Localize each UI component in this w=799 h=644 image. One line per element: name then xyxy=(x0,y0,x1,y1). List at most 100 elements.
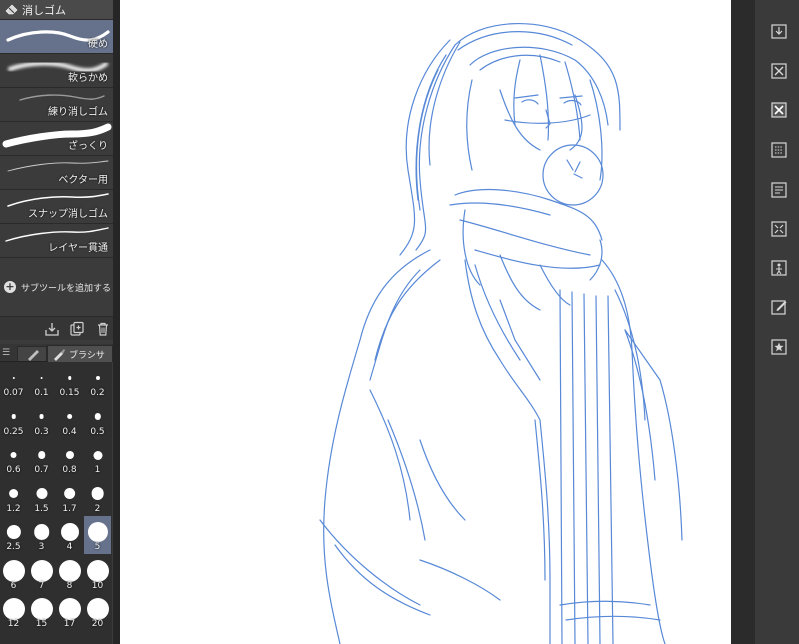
brush-size-label: 10 xyxy=(91,580,104,591)
brush-size-dot xyxy=(35,487,48,499)
add-subtool-label: サブツールを追加する xyxy=(21,283,112,294)
brush-size-option[interactable]: 1.7 xyxy=(56,478,83,516)
brush-item-snap[interactable]: スナップ消しゴム xyxy=(0,190,113,224)
brush-size-option[interactable]: 7 xyxy=(28,555,55,593)
brush-size-option[interactable]: 0.7 xyxy=(28,439,55,477)
brush-size-dot xyxy=(8,488,19,499)
brush-size-dot xyxy=(86,559,109,582)
sketch-artwork xyxy=(319,23,683,644)
brush-size-label: 2.5 xyxy=(6,542,21,552)
tab-brush-size[interactable]: ブラシサ xyxy=(47,345,113,362)
brush-size-label: 0.7 xyxy=(34,465,49,475)
brush-item-hard[interactable]: 硬め xyxy=(0,20,113,54)
pen-icon xyxy=(28,350,39,361)
brush-size-dot xyxy=(40,376,43,380)
brush-size-dot xyxy=(60,523,79,541)
brush-size-option[interactable]: 8 xyxy=(56,555,83,593)
brush-size-label: 0.07 xyxy=(3,388,24,398)
brush-size-dot xyxy=(2,598,25,620)
brush-item-vector[interactable]: ベクター用 xyxy=(0,156,113,190)
transform-icon[interactable] xyxy=(770,220,788,238)
brush-size-option[interactable]: 1.5 xyxy=(28,478,55,516)
subtool-panel: 消しゴム 硬め 軟らかめ 練り消しゴム ざっくり ベクター用 スナップ消しゴム … xyxy=(0,0,113,644)
favorite-icon[interactable] xyxy=(770,338,788,356)
canvas-margin xyxy=(731,0,755,644)
brush-size-option[interactable]: 0.3 xyxy=(28,401,55,439)
brush-size-option[interactable]: 0.4 xyxy=(56,401,83,439)
command-bar xyxy=(755,0,799,644)
import-icon[interactable] xyxy=(44,321,60,337)
brush-size-label: 1.7 xyxy=(62,503,77,514)
brush-size-dot xyxy=(58,559,81,582)
brush-size-option[interactable]: 1 xyxy=(84,439,111,477)
trash-icon[interactable] xyxy=(95,321,111,337)
brush-size-dot xyxy=(37,451,46,459)
new-layer-icon[interactable] xyxy=(770,181,788,199)
brush-item-soft[interactable]: 軟らかめ xyxy=(0,54,113,88)
subtool-header[interactable]: 消しゴム xyxy=(0,0,113,20)
brush-size-option[interactable]: 20 xyxy=(84,593,111,631)
brush-item-kneaded[interactable]: 練り消しゴム xyxy=(0,88,113,122)
clear-layer-icon[interactable] xyxy=(770,62,788,80)
brush-size-option[interactable]: 10 xyxy=(84,555,111,593)
brush-size-palette: 0.07 0.1 0.15 0.2 0.25 0.3 0.4 0.5 0.6 0.7 0.8 1 1.2… xyxy=(0,362,112,644)
brush-size-option[interactable]: 12 xyxy=(0,593,27,631)
brush-size-dot xyxy=(11,414,16,419)
brush-size-option[interactable]: 2 xyxy=(84,478,111,516)
fill-icon[interactable] xyxy=(770,141,788,159)
brush-size-dot xyxy=(87,521,108,543)
panel-scrollbar[interactable] xyxy=(113,0,120,644)
brush-size-dot xyxy=(65,450,74,460)
brush-size-dot xyxy=(58,598,81,620)
brush-size-label: 1.5 xyxy=(34,503,49,514)
brush-size-label: 0.15 xyxy=(59,388,80,398)
brush-size-option[interactable]: 5 xyxy=(84,516,111,554)
brush-size-label: 20 xyxy=(91,619,104,629)
brush-size-label: 4 xyxy=(66,542,73,552)
brush-size-option[interactable]: 0.5 xyxy=(84,401,111,439)
brush-size-option[interactable]: 0.07 xyxy=(0,362,27,400)
brush-size-label: 8 xyxy=(66,580,73,591)
brush-item-layer-through[interactable]: レイヤー貫通 xyxy=(0,224,113,258)
brush-size-label: 12 xyxy=(7,619,20,629)
brush-size-option[interactable]: 0.25 xyxy=(0,401,27,439)
brush-size-dot xyxy=(2,559,25,582)
scale-icon[interactable] xyxy=(770,259,788,277)
tab-tool-property[interactable] xyxy=(17,346,47,361)
brush-size-label: 0.5 xyxy=(90,426,105,437)
brush-label: ベクター用 xyxy=(58,175,108,186)
duplicate-icon[interactable] xyxy=(69,321,85,337)
brush-size-label: 6 xyxy=(10,580,17,591)
brush-size-option[interactable]: 15 xyxy=(28,593,55,631)
brush-list: 硬め 軟らかめ 練り消しゴム ざっくり ベクター用 スナップ消しゴム レイヤー貫… xyxy=(0,20,113,258)
brush-size-option[interactable]: 1.2 xyxy=(0,478,27,516)
brush-size-option[interactable]: 2.5 xyxy=(0,516,27,554)
brush-size-dot xyxy=(91,487,104,500)
edit-icon[interactable] xyxy=(770,298,788,316)
drawing-canvas[interactable] xyxy=(120,0,731,644)
brush-size-dot xyxy=(95,375,100,380)
brush-size-label: 1 xyxy=(94,465,101,475)
brush-size-label: 15 xyxy=(35,619,48,629)
brush-size-dot xyxy=(94,413,101,420)
brush-label: 練り消しゴム xyxy=(48,107,108,118)
brush-size-option[interactable]: 17 xyxy=(56,593,83,631)
brush-size-option[interactable]: 0.8 xyxy=(56,439,83,477)
brush-size-dot xyxy=(10,451,17,459)
brush-size-option[interactable]: 0.2 xyxy=(84,362,111,400)
brush-size-label: 0.6 xyxy=(6,465,21,475)
brush-size-label: 0.2 xyxy=(90,388,105,398)
add-subtool-button[interactable]: + サブツールを追加する xyxy=(0,272,113,302)
clear-outside-selection-icon[interactable] xyxy=(770,101,788,119)
menu-icon[interactable]: ☰ xyxy=(2,347,12,359)
import-image-icon[interactable] xyxy=(770,22,788,40)
brush-size-option[interactable]: 6 xyxy=(0,555,27,593)
brush-size-option[interactable]: 0.15 xyxy=(56,362,83,400)
brush-size-option[interactable]: 0.6 xyxy=(0,439,27,477)
brush-item-rough[interactable]: ざっくり xyxy=(0,122,113,156)
brush-size-option[interactable]: 4 xyxy=(56,516,83,554)
brush-label: スナップ消しゴム xyxy=(28,209,108,220)
brush-size-option[interactable]: 3 xyxy=(28,516,55,554)
brush-size-label: 2 xyxy=(94,503,101,514)
brush-size-option[interactable]: 0.1 xyxy=(28,362,55,400)
